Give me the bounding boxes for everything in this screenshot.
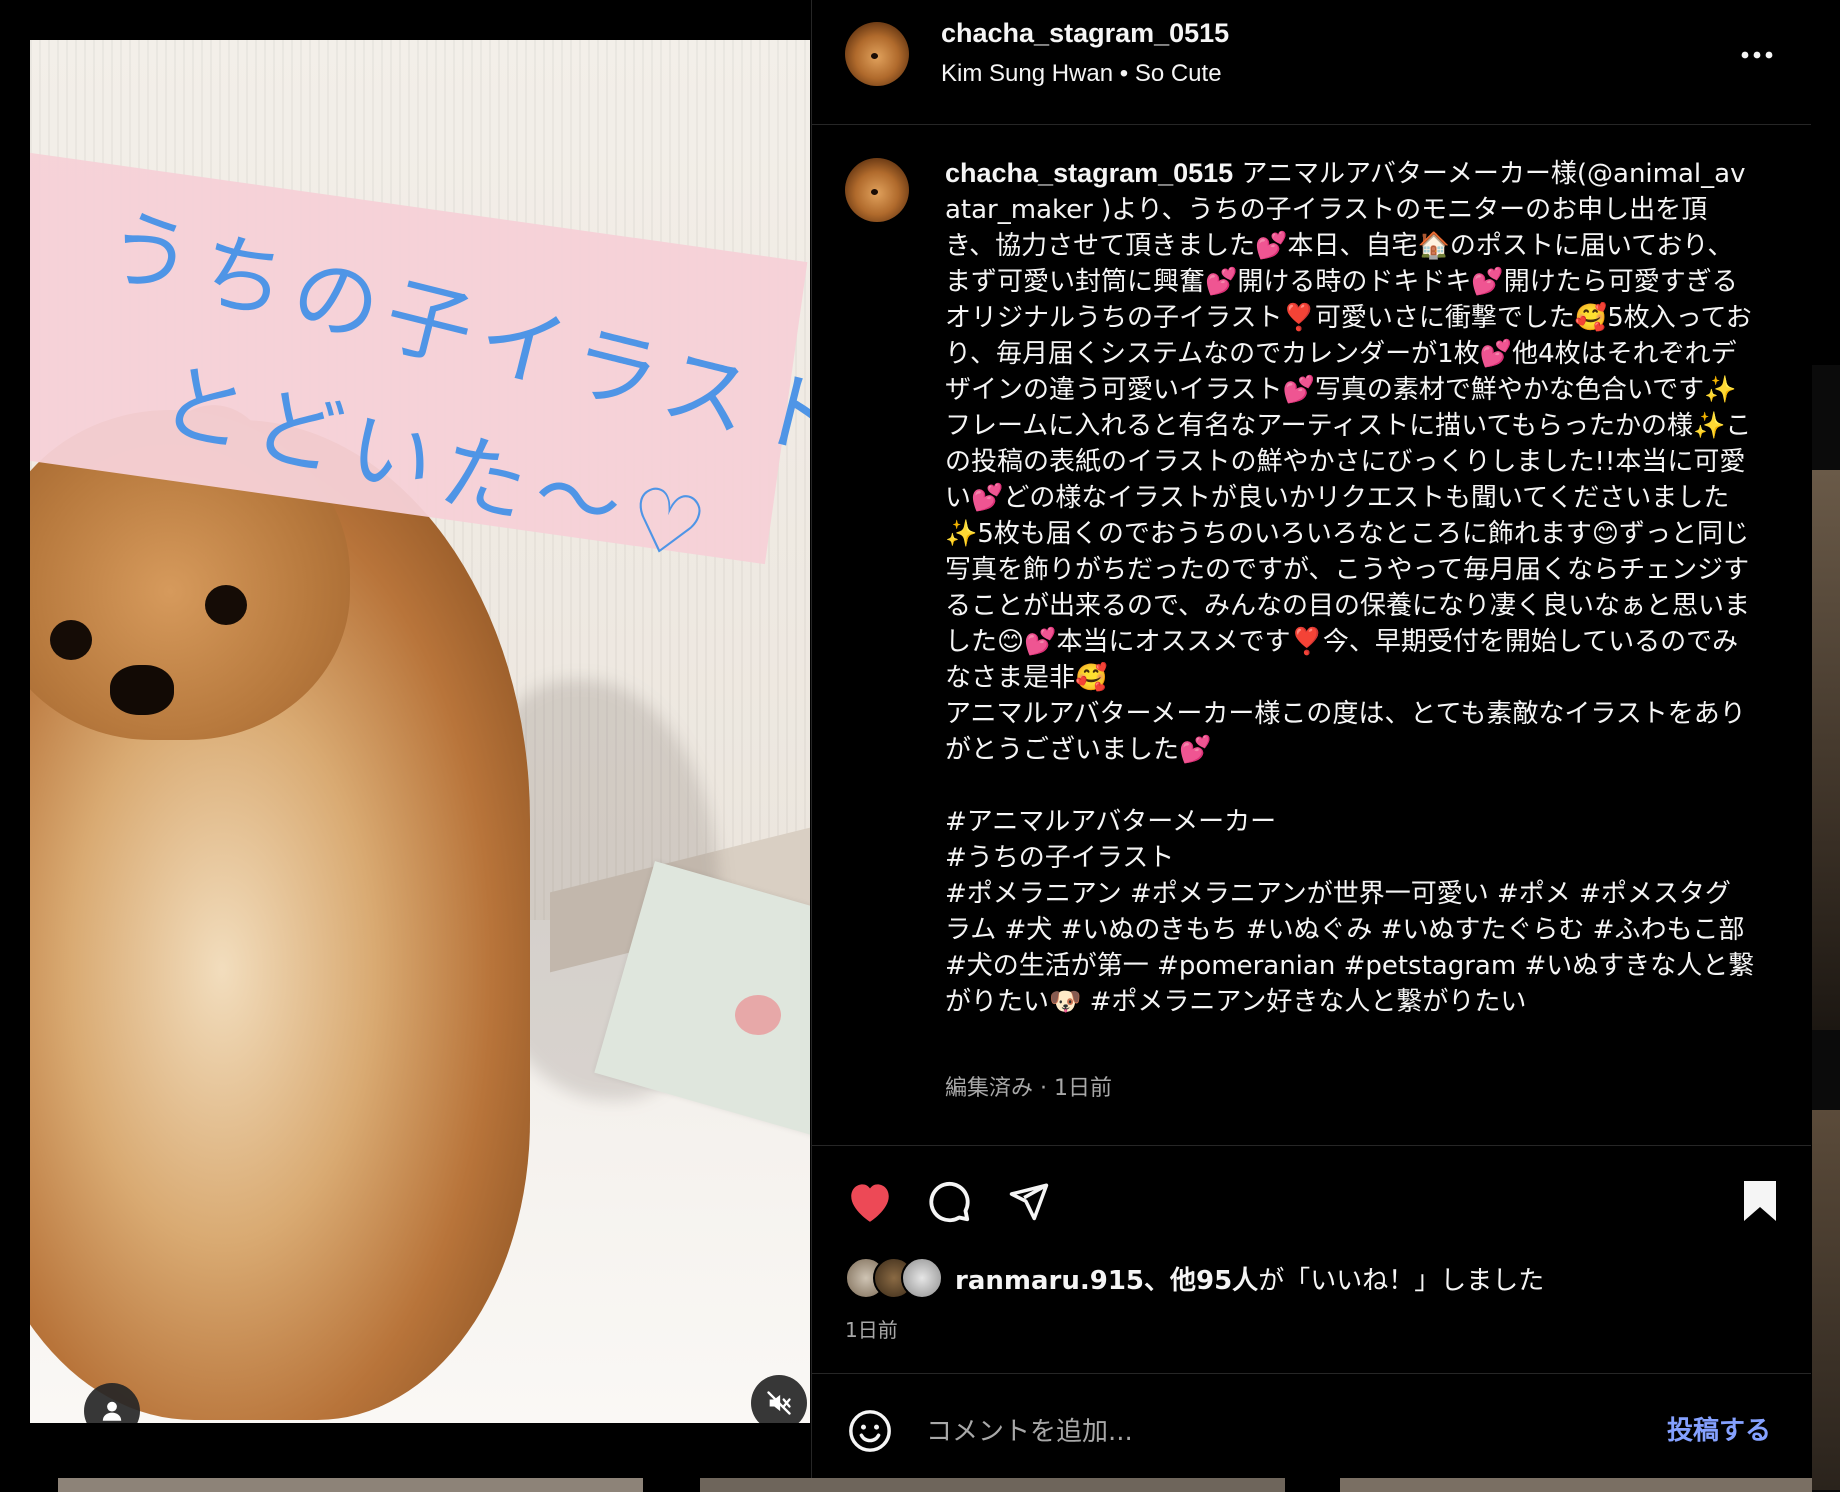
wax-seal xyxy=(735,995,781,1035)
post-header: chacha_stagram_0515 Kim Sung Hwan • So C… xyxy=(812,0,1811,125)
comment-icon xyxy=(929,1181,970,1223)
save-button[interactable] xyxy=(1732,1173,1788,1229)
liked-by-suffix: が「いいね！」しました xyxy=(1258,1265,1545,1296)
post-modal: うちの子イラスト とどいた〜♡ chacha_stagram_0515 Kim … xyxy=(0,0,1811,1478)
share-button[interactable] xyxy=(1001,1173,1057,1229)
author-subtitle[interactable]: Kim Sung Hwan • So Cute xyxy=(941,60,1222,88)
divider xyxy=(812,1145,1811,1146)
liked-by-count[interactable]: 、他95人 xyxy=(1144,1266,1258,1296)
hashtag-line[interactable]: #アニマルアバターメーカー xyxy=(945,804,1755,840)
caption-text: chacha_stagram_0515 アニマルアバターメーカー様(@anima… xyxy=(945,155,1755,1020)
divider xyxy=(812,1373,1811,1374)
heart-icon xyxy=(851,1184,889,1222)
caption-thanks: アニマルアバターメーカー様この度は、とても素敵なイラストをありがとうございました… xyxy=(945,699,1746,765)
emoji-button[interactable] xyxy=(842,1403,898,1459)
avatar[interactable] xyxy=(845,22,909,86)
avatar xyxy=(901,1257,943,1299)
post-media[interactable]: うちの子イラスト とどいた〜♡ xyxy=(30,40,810,1423)
author-username[interactable]: chacha_stagram_0515 xyxy=(941,18,1229,49)
caption-body: アニマルアバターメーカー様(@animal_avatar_maker )より、う… xyxy=(945,159,1752,693)
like-button[interactable] xyxy=(842,1173,898,1229)
dog-nose xyxy=(110,665,174,715)
liked-by-username[interactable]: ranmaru.915 xyxy=(955,1266,1144,1296)
avatar[interactable] xyxy=(845,158,909,222)
mute-button[interactable] xyxy=(751,1375,807,1423)
caption-section: chacha_stagram_0515 アニマルアバターメーカー様(@anima… xyxy=(812,125,1811,1145)
share-icon xyxy=(1009,1183,1049,1221)
background-thumbnail xyxy=(700,1478,1285,1492)
more-options-button[interactable] xyxy=(1737,35,1777,75)
emoji-icon xyxy=(849,1410,891,1452)
likes-summary: ranmaru.915、他95人が「いいね！」しました xyxy=(955,1260,1544,1297)
liked-by[interactable]: ranmaru.915、他95人が「いいね！」しました xyxy=(845,1256,1544,1300)
dog-eye xyxy=(205,585,247,625)
post-time[interactable]: 1日前 xyxy=(845,1314,898,1343)
hashtag-line[interactable]: #うちの子イラスト xyxy=(945,840,1755,876)
background-thumbnail xyxy=(1812,470,1840,1030)
post-comment-button[interactable]: 投稿する xyxy=(1667,1410,1771,1447)
post-side-panel: chacha_stagram_0515 Kim Sung Hwan • So C… xyxy=(811,0,1811,1478)
dog-eye xyxy=(50,620,92,660)
comment-input[interactable] xyxy=(924,1408,1648,1456)
background-thumbnail xyxy=(1340,1478,1812,1492)
user-tag-icon xyxy=(102,1401,122,1421)
mute-icon xyxy=(767,1391,791,1415)
comment-button[interactable] xyxy=(921,1173,977,1229)
hashtag-line[interactable]: #ポメラニアン #ポメラニアンが世界一可愛い #ポメ #ポメスタグラム #犬 #… xyxy=(945,876,1755,1020)
bookmark-icon xyxy=(1744,1181,1776,1221)
edited-timestamp: 編集済み · 1日前 xyxy=(945,1076,1112,1101)
background-thumbnail xyxy=(58,1478,643,1492)
caption-username[interactable]: chacha_stagram_0515 xyxy=(945,158,1233,188)
background-thumbnail xyxy=(1812,1110,1840,1490)
more-options-icon xyxy=(1741,51,1773,59)
